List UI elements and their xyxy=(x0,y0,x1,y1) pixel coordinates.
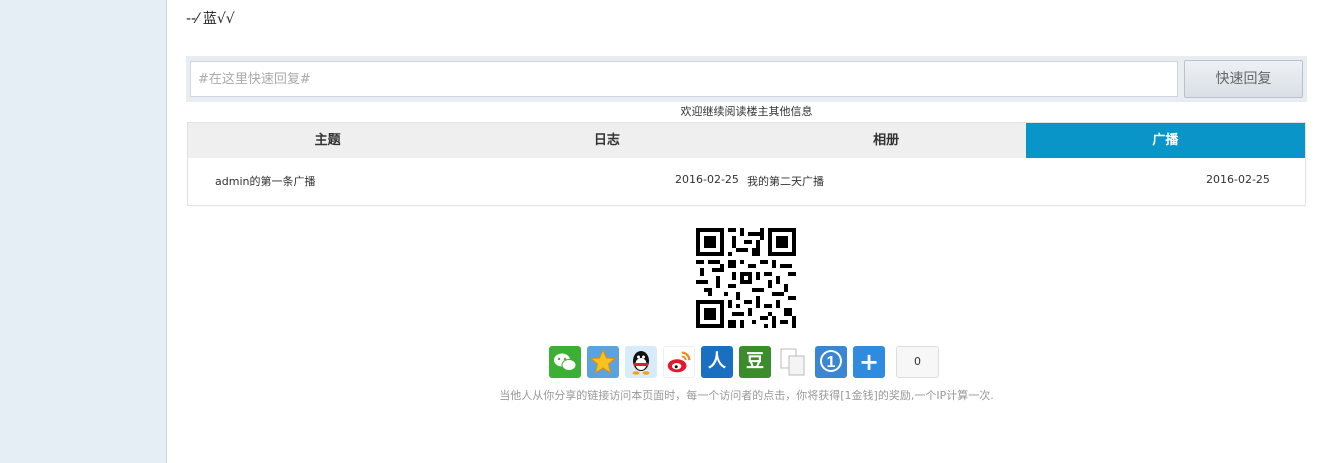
broadcast-item-title[interactable]: 我的第二天广播 xyxy=(747,173,824,189)
qr-code xyxy=(696,228,796,328)
tab-threads[interactable]: 主题 xyxy=(188,123,467,158)
wechat-icon[interactable] xyxy=(549,346,581,378)
svg-text:1: 1 xyxy=(827,354,836,371)
broadcast-item-date: 2016-02-25 xyxy=(1206,173,1270,186)
qq-icon[interactable] xyxy=(625,346,657,378)
author-info-panel: 主题 日志 相册 广播 admin的第一条广播 2016-02-25 我的第二天… xyxy=(187,122,1306,206)
tab-album[interactable]: 相册 xyxy=(747,123,1026,158)
share-note: 当他人从你分享的链接访问本页面时，每一个访问者的点击，你将获得[1金钱]的奖励,… xyxy=(499,389,994,402)
author-info-tabs: 主题 日志 相册 广播 xyxy=(188,123,1305,158)
more-icon[interactable]: + xyxy=(853,346,885,378)
post-content: --⁄ 蓝√√ xyxy=(186,11,235,27)
broadcast-item-date: 2016-02-25 xyxy=(675,173,739,186)
share-count: 0 xyxy=(896,346,939,378)
copy-icon[interactable] xyxy=(777,346,809,378)
left-sidebar xyxy=(0,0,167,463)
douban-icon[interactable]: 豆 xyxy=(739,346,771,378)
tab-blog[interactable]: 日志 xyxy=(467,123,746,158)
quick-reply-button[interactable]: 快速回复 xyxy=(1184,60,1303,98)
tab-broadcast[interactable]: 广播 xyxy=(1025,123,1305,158)
qzone-icon[interactable] xyxy=(587,346,619,378)
broadcast-item-title[interactable]: admin的第一条广播 xyxy=(215,173,315,189)
weibo-icon[interactable] xyxy=(663,346,695,378)
quick-reply-input[interactable] xyxy=(190,61,1178,97)
renren-icon[interactable]: 人 xyxy=(701,346,733,378)
more-info-title: 欢迎继续阅读楼主其他信息 xyxy=(680,105,813,118)
broadcast-list: admin的第一条广播 2016-02-25 我的第二天广播 2016-02-2… xyxy=(188,158,1305,205)
info-icon[interactable]: 1 xyxy=(815,346,847,378)
